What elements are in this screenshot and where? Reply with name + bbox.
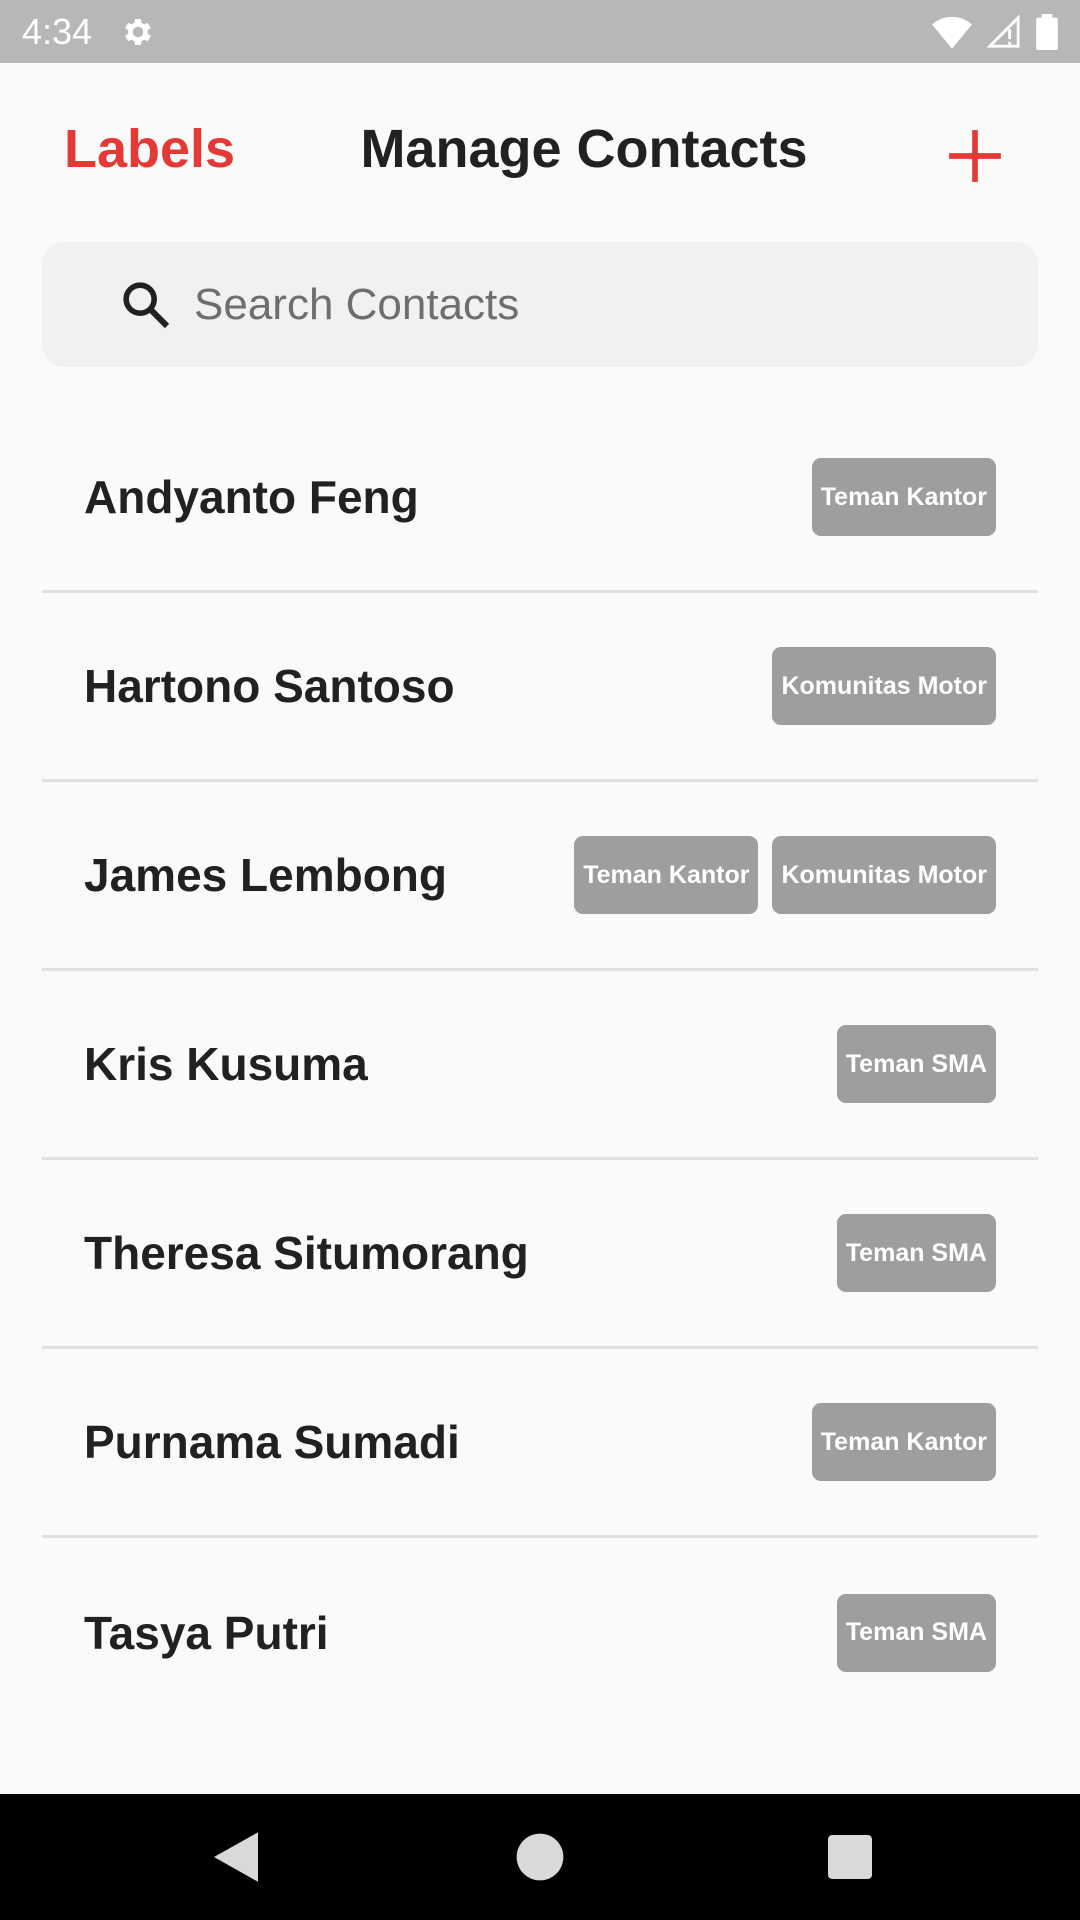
contact-tags: Teman Kantor Komunitas Motor bbox=[574, 836, 996, 914]
contact-row[interactable]: Tasya Putri Teman SMA bbox=[42, 1538, 1038, 1727]
home-icon[interactable] bbox=[507, 1824, 573, 1890]
search-input[interactable] bbox=[194, 264, 1038, 345]
contact-name: Kris Kusuma bbox=[84, 1038, 368, 1090]
contact-row[interactable]: James Lembong Teman Kantor Komunitas Mot… bbox=[42, 782, 1038, 971]
label-tag: Teman SMA bbox=[836, 1025, 996, 1103]
app-header: Labels Manage Contacts bbox=[0, 63, 1080, 238]
battery-icon bbox=[1036, 13, 1058, 50]
label-tag: Komunitas Motor bbox=[772, 647, 996, 725]
label-tag: Teman Kantor bbox=[574, 836, 759, 914]
plus-icon[interactable] bbox=[944, 125, 1006, 187]
navigation-bar bbox=[0, 1794, 1080, 1920]
page-title: Manage Contacts bbox=[360, 119, 808, 179]
recents-icon[interactable] bbox=[817, 1824, 883, 1890]
contact-name: Andyanto Feng bbox=[84, 471, 419, 523]
contact-tags: Teman Kantor bbox=[811, 458, 996, 536]
contact-tags: Teman SMA bbox=[836, 1593, 996, 1672]
contact-list: Andyanto Feng Teman Kantor Hartono Santo… bbox=[42, 404, 1038, 1727]
back-icon[interactable] bbox=[203, 1824, 269, 1890]
label-tag: Teman Kantor bbox=[811, 1403, 996, 1481]
contact-tags: Teman Kantor bbox=[811, 1403, 996, 1481]
search-box[interactable] bbox=[42, 242, 1038, 367]
label-tag: Teman SMA bbox=[836, 1593, 996, 1672]
contact-tags: Teman SMA bbox=[836, 1214, 996, 1292]
label-tag: Teman SMA bbox=[836, 1214, 996, 1292]
contact-name: Purnama Sumadi bbox=[84, 1416, 460, 1468]
contact-row[interactable]: Hartono Santoso Komunitas Motor bbox=[42, 593, 1038, 782]
signal-icon bbox=[986, 14, 1020, 48]
search-icon bbox=[123, 281, 170, 328]
wifi-icon bbox=[932, 16, 972, 49]
contact-tags: Komunitas Motor bbox=[772, 647, 996, 725]
contact-name: James Lembong bbox=[84, 849, 447, 901]
contact-row[interactable]: Purnama Sumadi Teman Kantor bbox=[42, 1349, 1038, 1538]
contact-tags: Teman SMA bbox=[836, 1025, 996, 1103]
status-time: 4:34 bbox=[22, 10, 93, 52]
label-tag: Teman Kantor bbox=[811, 458, 996, 536]
label-tag: Komunitas Motor bbox=[772, 836, 996, 914]
contact-row[interactable]: Andyanto Feng Teman Kantor bbox=[42, 404, 1038, 593]
contact-name: Tasya Putri bbox=[84, 1606, 329, 1659]
status-bar: 4:34 bbox=[0, 0, 1080, 63]
contact-row[interactable]: Kris Kusuma Teman SMA bbox=[42, 971, 1038, 1160]
contact-name: Theresa Situmorang bbox=[84, 1227, 529, 1279]
gear-icon bbox=[125, 18, 151, 45]
contact-name: Hartono Santoso bbox=[84, 660, 455, 712]
contact-row[interactable]: Theresa Situmorang Teman SMA bbox=[42, 1160, 1038, 1349]
